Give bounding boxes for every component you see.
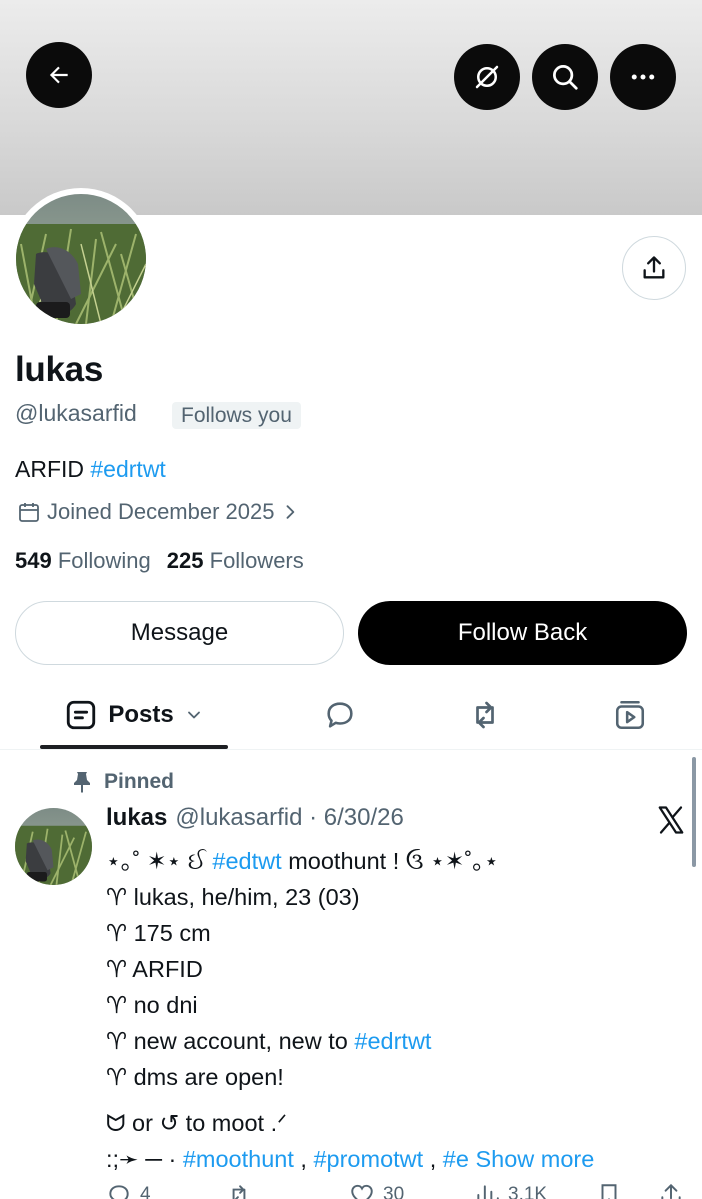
bio-hashtag[interactable]: #edrtwt	[90, 456, 165, 482]
followers-count: 225	[166, 548, 204, 573]
tab-reposts[interactable]	[450, 680, 520, 750]
avatar[interactable]	[16, 194, 146, 324]
following-label: Following	[57, 548, 151, 573]
pinned-label: Pinned	[72, 770, 174, 794]
post-hashtag[interactable]: #e	[443, 1146, 469, 1172]
views-action[interactable]: 3.1K	[474, 1182, 547, 1199]
repost-action[interactable]	[226, 1182, 252, 1199]
message-button[interactable]: Message	[15, 601, 344, 665]
followers-stat[interactable]: 225 Followers	[167, 548, 304, 574]
followers-label: Followers	[209, 548, 304, 573]
show-more-link[interactable]: Show more	[469, 1146, 594, 1172]
post-hashtag[interactable]: #promotwt	[313, 1146, 423, 1172]
post-line: ⋆｡˚ ✶⋆ ઈ #edtwt moothunt ! ઉ ⋆✶˚｡⋆	[106, 843, 686, 879]
tab-active-indicator	[40, 745, 228, 749]
bookmark-action[interactable]	[596, 1182, 622, 1199]
post-text: ⋆｡˚ ✶⋆ ઈ #edtwt moothunt ! ઉ ⋆✶˚｡⋆ ♈ luk…	[106, 843, 686, 1177]
post-header: lukas @lukasarfid · 6/30/26	[106, 804, 404, 832]
post-meta: @lukasarfid · 6/30/26	[175, 804, 404, 831]
like-count: 30	[383, 1184, 405, 1199]
posts-icon	[67, 700, 96, 730]
post-line: ♈ lukas, he/him, 23 (03)	[106, 884, 360, 910]
post-text-span: ⋆｡˚ ✶⋆ ઈ	[106, 848, 213, 874]
post-text-span: :;➛ ─ ·	[106, 1146, 183, 1172]
share-icon	[643, 256, 665, 279]
video-icon	[615, 700, 645, 730]
share-action[interactable]	[658, 1182, 684, 1199]
chevron-right-icon	[287, 505, 295, 519]
x-logo-icon	[656, 805, 686, 840]
search-icon	[553, 65, 578, 90]
tab-replies[interactable]	[305, 680, 375, 750]
search-button[interactable]	[532, 44, 598, 110]
views-icon	[477, 1185, 499, 1199]
grok-button[interactable]	[454, 44, 520, 110]
reply-icon	[109, 1185, 129, 1199]
post-hashtag[interactable]: #edrtwt	[354, 1028, 431, 1054]
post-line: ♈ ARFID	[106, 956, 203, 982]
post-text-span: moothunt ! ઉ ⋆✶˚｡⋆	[281, 848, 499, 874]
share-button[interactable]	[622, 236, 686, 300]
tab-media[interactable]	[595, 680, 665, 750]
post-line: ᗢ or ↺ to moot .ᐟ	[106, 1110, 288, 1136]
post-line: :;➛ ─ · #moothunt , #promotwt , #e Show …	[106, 1141, 686, 1177]
repost-icon	[232, 1185, 246, 1199]
reply-icon	[327, 702, 353, 728]
arrow-left-icon	[49, 66, 68, 84]
post-line: ♈ new account, new to #edrtwt	[106, 1023, 686, 1059]
calendar-icon	[19, 503, 39, 522]
heart-icon	[351, 1184, 373, 1199]
profile-handle: @lukasarfid	[15, 400, 137, 426]
pinned-text: Pinned	[104, 770, 175, 793]
bookmark-icon	[601, 1184, 617, 1199]
grok-icon	[475, 65, 499, 89]
like-action[interactable]: 30	[349, 1182, 404, 1199]
post-text-span: ♈ new account, new to	[106, 1028, 355, 1054]
scrollbar[interactable]	[692, 757, 696, 867]
post-line: ♈ dms are open!	[106, 1064, 284, 1090]
chevron-down-icon	[187, 711, 200, 719]
post-author-avatar[interactable]	[15, 808, 92, 885]
more-button[interactable]	[610, 44, 676, 110]
bio-text: ARFID	[15, 456, 91, 482]
post-line: ♈ no dni	[106, 992, 198, 1018]
post-text-span: ,	[293, 1146, 314, 1172]
follow-stats: 549 Following 225 Followers	[15, 548, 304, 574]
post-actions: 4 30 3.1K	[106, 1182, 686, 1199]
post-text-span: ,	[423, 1146, 443, 1172]
profile-name: lukas	[15, 350, 103, 389]
following-stat[interactable]: 549 Following	[15, 548, 151, 574]
reply-count: 4	[140, 1184, 151, 1199]
following-count: 549	[15, 548, 52, 573]
pin-icon	[74, 772, 90, 793]
repost-icon	[476, 701, 494, 729]
reply-action[interactable]: 4	[106, 1182, 151, 1199]
back-button[interactable]	[26, 42, 92, 108]
more-horizontal-icon	[631, 74, 655, 80]
post-author-name[interactable]: lukas	[106, 804, 167, 832]
follow-back-button[interactable]: Follow Back	[358, 601, 687, 665]
follows-you-badge: Follows you	[172, 402, 301, 429]
profile-tabs: Posts	[0, 680, 702, 750]
post-hashtag[interactable]: #edtwt	[212, 848, 281, 874]
joined-date[interactable]: Joined December 2025	[17, 499, 300, 525]
post-spacer	[106, 1095, 686, 1105]
tab-posts[interactable]: Posts	[40, 680, 228, 750]
profile-bio: ARFID #edrtwt	[15, 456, 166, 483]
post-hashtag[interactable]: #moothunt	[183, 1146, 294, 1172]
post-line: ♈ 175 cm	[106, 920, 211, 946]
tab-posts-label: Posts	[108, 701, 174, 728]
view-count: 3.1K	[508, 1184, 548, 1199]
joined-label: Joined December 2025	[47, 499, 275, 524]
share-icon	[661, 1183, 681, 1199]
profile-banner[interactable]	[0, 0, 702, 215]
